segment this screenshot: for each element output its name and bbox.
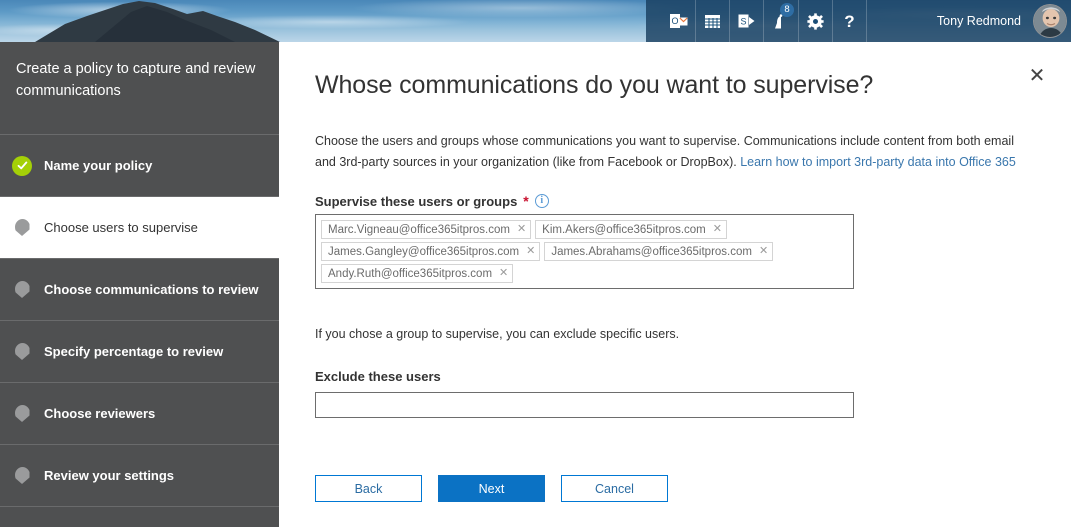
close-icon[interactable]: ✕ (1024, 63, 1050, 89)
rail-divider (0, 506, 279, 507)
sidebar-step-name-your-policy[interactable]: Name your policy (0, 135, 279, 196)
nav-left-pad (646, 0, 662, 42)
wizard-title: Create a policy to capture and review co… (16, 61, 256, 99)
outlook-mail-button[interactable]: O (662, 0, 695, 42)
nav-flex-spacer (867, 0, 937, 42)
suite-header-banner: O S 8 ? Tony Redmond (0, 0, 1071, 42)
notification-count-badge: 8 (780, 3, 794, 17)
checkmark-icon (17, 161, 27, 170)
step-complete-indicator (12, 155, 32, 176)
calendar-icon (705, 15, 720, 28)
required-asterisk: * (523, 193, 529, 209)
sharepoint-icon: S (738, 14, 754, 28)
help-question-icon: ? (844, 11, 855, 31)
step-pin-indicator (12, 218, 32, 238)
user-token[interactable]: James.Abrahams@office365itpros.com ✕ (544, 242, 774, 261)
step-pin-indicator (12, 404, 32, 424)
sidebar-step-review-your-settings[interactable]: Review your settings (0, 445, 279, 506)
user-token-label: Andy.Ruth@office365itpros.com (328, 267, 493, 280)
step-pin-indicator (12, 280, 32, 300)
supervise-label-text: Supervise these users or groups (315, 193, 518, 209)
outlook-mail-icon: O (669, 14, 688, 28)
info-icon[interactable]: i (534, 194, 549, 208)
pin-icon (14, 219, 30, 236)
user-token[interactable]: Marc.Vigneau@office365itpros.com ✕ (321, 220, 532, 239)
supervise-field-label: Supervise these users or groups * i (315, 193, 549, 209)
sharepoint-button[interactable]: S (730, 0, 763, 42)
help-button[interactable]: ? (833, 0, 866, 42)
step-pin-indicator (12, 342, 32, 362)
user-name-label[interactable]: Tony Redmond (937, 0, 1029, 42)
rail-spacer (0, 102, 279, 134)
wizard-main-panel: ✕ Whose communications do you want to su… (279, 42, 1071, 527)
app-root: O S 8 ? Tony Redmond Create a policy to … (0, 0, 1071, 527)
pin-icon (14, 405, 30, 422)
remove-token-icon[interactable]: ✕ (526, 246, 535, 257)
page-title: Whose communications do you want to supe… (315, 71, 874, 99)
user-token[interactable]: James.Gangley@office365itpros.com ✕ (321, 242, 541, 261)
supervise-users-picker[interactable]: Marc.Vigneau@office365itpros.com ✕ Kim.A… (315, 214, 854, 289)
remove-token-icon[interactable]: ✕ (713, 224, 722, 235)
remove-token-icon[interactable]: ✕ (517, 224, 526, 235)
sidebar-step-label: Review your settings (44, 468, 175, 483)
exclude-field-label: Exclude these users (315, 369, 441, 384)
wizard-button-row: Back Next Cancel (315, 475, 668, 502)
user-token[interactable]: Kim.Akers@office365itpros.com ✕ (535, 220, 727, 239)
learn-more-link[interactable]: Learn how to import 3rd-party data into … (740, 155, 1016, 169)
user-token-label: Kim.Akers@office365itpros.com (542, 223, 706, 236)
user-token-label: James.Gangley@office365itpros.com (328, 245, 520, 258)
exclude-hint-text: If you chose a group to supervise, you c… (315, 327, 680, 341)
wizard-sidebar: Create a policy to capture and review co… (0, 42, 279, 527)
remove-token-icon[interactable]: ✕ (499, 268, 508, 279)
pin-icon (14, 467, 30, 484)
sidebar-step-label: Specify percentage to review (44, 344, 224, 359)
sidebar-step-choose-users-to-supervise[interactable]: Choose users to supervise (0, 197, 279, 258)
calendar-button[interactable] (696, 0, 729, 42)
sidebar-step-label: Choose users to supervise (44, 220, 198, 235)
sidebar-step-label: Choose communications to review (44, 282, 259, 297)
pin-icon (14, 343, 30, 360)
next-button[interactable]: Next (438, 475, 545, 502)
user-token[interactable]: Andy.Ruth@office365itpros.com ✕ (321, 264, 514, 283)
pin-icon (14, 281, 30, 298)
sidebar-step-label: Choose reviewers (44, 406, 156, 421)
sidebar-step-choose-communications-to-review[interactable]: Choose communications to review (0, 259, 279, 320)
sidebar-step-label: Name your policy (44, 158, 153, 173)
settings-gear-icon (807, 12, 824, 30)
svg-text:O: O (671, 16, 678, 26)
svg-text:S: S (740, 17, 746, 27)
mountain-silhouette-icon (35, 1, 280, 42)
settings-button[interactable] (799, 0, 832, 42)
sidebar-step-specify-percentage-to-review[interactable]: Specify percentage to review (0, 321, 279, 382)
remove-token-icon[interactable]: ✕ (759, 246, 768, 257)
back-button[interactable]: Back (315, 475, 422, 502)
intro-paragraph: Choose the users and groups whose commun… (315, 131, 1027, 173)
cancel-button[interactable]: Cancel (561, 475, 668, 502)
avatar[interactable] (1033, 4, 1067, 38)
suite-nav-bar: O S 8 ? Tony Redmond (646, 0, 1071, 42)
user-token-label: Marc.Vigneau@office365itpros.com (328, 223, 510, 236)
notifications-button[interactable]: 8 (764, 0, 798, 42)
check-circle-icon (12, 155, 32, 176)
sidebar-step-choose-reviewers[interactable]: Choose reviewers (0, 383, 279, 444)
user-token-label: James.Abrahams@office365itpros.com (551, 245, 752, 258)
step-pin-indicator (12, 466, 32, 486)
exclude-users-input[interactable] (315, 392, 854, 418)
